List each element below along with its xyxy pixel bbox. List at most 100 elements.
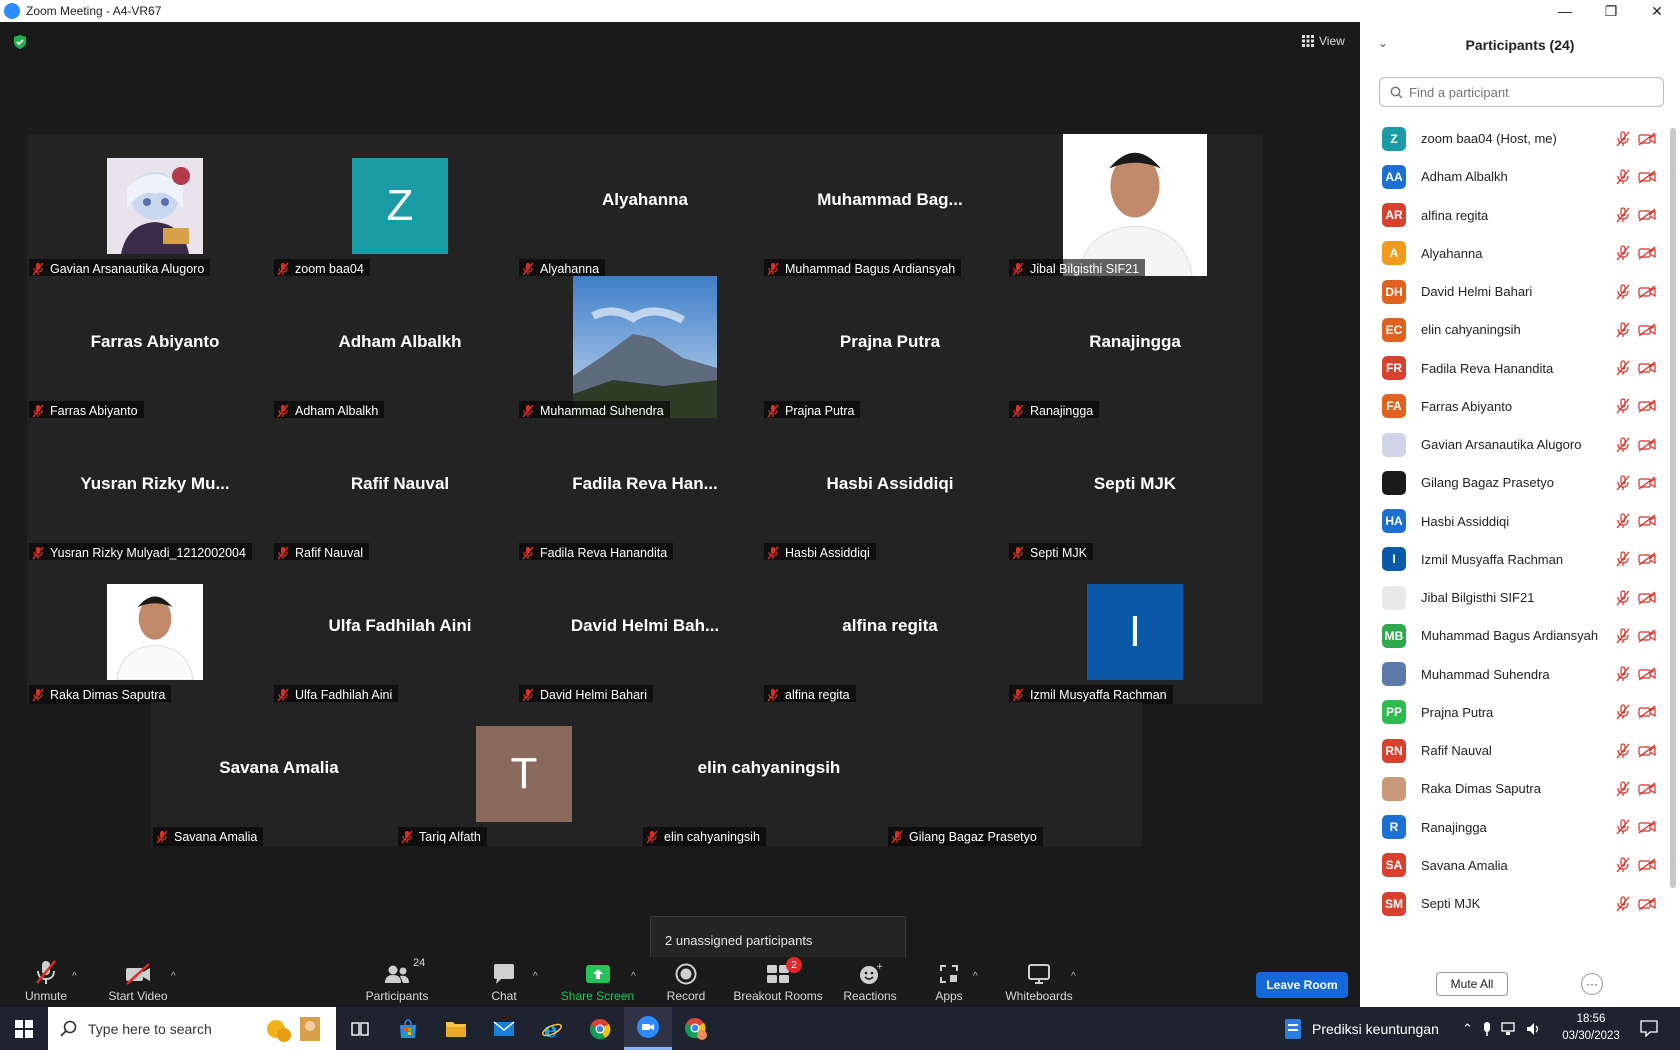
video-tile[interactable]: Muhammad Bag... Muhammad Bagus Ardiansyah bbox=[762, 134, 1018, 278]
muted-microphone-icon[interactable] bbox=[1616, 398, 1630, 414]
chrome-profile-button[interactable] bbox=[672, 1007, 720, 1050]
muted-microphone-icon[interactable] bbox=[1616, 781, 1630, 797]
search-input[interactable] bbox=[1409, 84, 1649, 100]
maximize-button[interactable]: ❐ bbox=[1588, 0, 1634, 22]
muted-microphone-icon[interactable] bbox=[1616, 130, 1630, 147]
participant-row[interactable]: DH David Helmi Bahari bbox=[1360, 271, 1668, 312]
internet-explorer-button[interactable]: e bbox=[528, 1007, 576, 1050]
more-options-button[interactable]: ··· bbox=[1581, 973, 1603, 995]
participant-row[interactable]: HA Hasbi Assiddiqi bbox=[1360, 501, 1668, 542]
participant-row[interactable]: RN Rafif Nauval bbox=[1360, 730, 1668, 771]
participant-list-scrollbar[interactable] bbox=[1670, 128, 1676, 888]
audio-options-caret-icon[interactable]: ^ bbox=[72, 971, 77, 982]
view-button[interactable]: View bbox=[1302, 34, 1345, 48]
muted-microphone-icon[interactable] bbox=[1616, 322, 1630, 338]
video-tile[interactable]: Adham Albalkh Adham Albalkh bbox=[272, 276, 528, 420]
share-screen-button[interactable]: Share Screen bbox=[560, 957, 635, 1007]
video-tile[interactable]: Fadila Reva Han... Fadila Reva Hanandita bbox=[517, 418, 773, 562]
video-off-icon[interactable] bbox=[1638, 858, 1656, 872]
video-tile[interactable]: Alyahanna Alyahanna bbox=[517, 134, 773, 278]
participant-row[interactable]: R Ranajingga bbox=[1360, 807, 1668, 848]
participant-search[interactable] bbox=[1379, 77, 1664, 107]
muted-microphone-icon[interactable] bbox=[1616, 283, 1630, 300]
video-off-icon[interactable] bbox=[1638, 170, 1656, 184]
participant-row[interactable]: AR alfina regita bbox=[1360, 195, 1668, 236]
video-tile[interactable]: elin cahyaningsih elin cahyaningsih bbox=[641, 702, 897, 846]
video-tile[interactable]: Zzoom baa04 bbox=[272, 134, 528, 278]
start-button[interactable] bbox=[0, 1007, 48, 1050]
participants-button[interactable]: 24 Participants bbox=[362, 957, 432, 1007]
video-tile[interactable]: Hasbi Assiddiqi Hasbi Assiddiqi bbox=[762, 418, 1018, 562]
taskbar-search[interactable]: Type here to search bbox=[48, 1007, 336, 1050]
participant-row[interactable]: SA Savana Amalia bbox=[1360, 845, 1668, 886]
start-video-button[interactable]: Start Video bbox=[102, 957, 174, 1007]
microsoft-store-button[interactable] bbox=[384, 1007, 432, 1050]
participant-row[interactable]: Gavian Arsanautika Alugoro bbox=[1360, 424, 1668, 465]
video-off-icon[interactable] bbox=[1638, 743, 1656, 758]
taskbar-notification[interactable]: Prediksi keuntungan bbox=[1284, 1007, 1439, 1050]
share-options-caret-icon[interactable]: ^ bbox=[631, 971, 636, 982]
task-view-button[interactable] bbox=[336, 1007, 384, 1050]
video-tile[interactable]: Savana Amalia Savana Amalia bbox=[151, 702, 407, 846]
muted-microphone-icon[interactable] bbox=[1616, 666, 1630, 682]
video-tile[interactable]: Yusran Rizky Mu... Yusran Rizky Mulyadi_1… bbox=[27, 418, 283, 562]
muted-microphone-icon[interactable] bbox=[1616, 704, 1630, 720]
leave-room-button[interactable]: Leave Room bbox=[1256, 972, 1348, 998]
volume-icon[interactable] bbox=[1526, 1022, 1542, 1036]
participant-row[interactable]: FR Fadila Reva Hanandita bbox=[1360, 348, 1668, 389]
file-explorer-button[interactable] bbox=[432, 1007, 480, 1050]
network-icon[interactable] bbox=[1501, 1021, 1517, 1036]
whiteboards-button[interactable]: Whiteboards bbox=[1004, 957, 1074, 1007]
video-off-icon[interactable] bbox=[1638, 246, 1656, 260]
video-tile[interactable]: Gilang Bagaz Prasetyo bbox=[886, 702, 1142, 846]
taskbar-clock[interactable]: 18:56 03/30/2023 bbox=[1556, 1011, 1626, 1045]
tray-overflow-chevron-icon[interactable]: ⌃ bbox=[1462, 1021, 1473, 1037]
video-tile[interactable]: T Tariq Alfath bbox=[396, 702, 652, 846]
video-off-icon[interactable] bbox=[1638, 208, 1656, 222]
zoom-taskbar-button[interactable] bbox=[624, 1007, 672, 1050]
video-off-icon[interactable] bbox=[1638, 667, 1656, 681]
muted-microphone-icon[interactable] bbox=[1616, 169, 1630, 185]
participant-row[interactable]: SM Septi MJK bbox=[1360, 883, 1668, 924]
muted-microphone-icon[interactable] bbox=[1616, 436, 1630, 453]
apps-options-caret-icon[interactable]: ^ bbox=[973, 971, 978, 982]
video-off-icon[interactable] bbox=[1638, 896, 1656, 911]
video-tile[interactable]: Ranajingga Ranajingga bbox=[1007, 276, 1263, 420]
muted-microphone-icon[interactable] bbox=[1616, 895, 1630, 912]
participant-row[interactable]: Raka Dimas Saputra bbox=[1360, 768, 1668, 809]
video-off-icon[interactable] bbox=[1638, 782, 1656, 796]
muted-microphone-icon[interactable] bbox=[1616, 857, 1630, 873]
video-tile[interactable]: Rafif Nauval Rafif Nauval bbox=[272, 418, 528, 562]
video-off-icon[interactable] bbox=[1638, 590, 1656, 605]
video-tile[interactable]: Muhammad Suhendra bbox=[517, 276, 773, 420]
reactions-button[interactable]: + Reactions bbox=[843, 957, 896, 1007]
video-tile[interactable]: Prajna Putra Prajna Putra bbox=[762, 276, 1018, 420]
video-options-caret-icon[interactable]: ^ bbox=[171, 971, 176, 982]
participant-row[interactable]: Jibal Bilgisthi SIF21 bbox=[1360, 577, 1668, 618]
video-tile[interactable]: David Helmi Bah... David Helmi Bahari bbox=[517, 560, 773, 704]
muted-microphone-icon[interactable] bbox=[1616, 207, 1630, 223]
muted-microphone-icon[interactable] bbox=[1616, 360, 1630, 376]
video-off-icon[interactable] bbox=[1638, 399, 1656, 413]
apps-button[interactable]: Apps bbox=[934, 957, 964, 1007]
muted-microphone-icon[interactable] bbox=[1616, 551, 1630, 567]
video-off-icon[interactable] bbox=[1638, 131, 1656, 146]
close-button[interactable]: ✕ bbox=[1634, 0, 1680, 22]
muted-microphone-icon[interactable] bbox=[1616, 589, 1630, 606]
video-off-icon[interactable] bbox=[1638, 437, 1656, 452]
video-tile[interactable]: Septi MJK Septi MJK bbox=[1007, 418, 1263, 562]
video-off-icon[interactable] bbox=[1638, 514, 1656, 528]
video-tile[interactable]: Ulfa Fadhilah Aini Ulfa Fadhilah Aini bbox=[272, 560, 528, 704]
video-off-icon[interactable] bbox=[1638, 284, 1656, 299]
participant-row[interactable]: Muhammad Suhendra bbox=[1360, 654, 1668, 695]
muted-microphone-icon[interactable] bbox=[1616, 742, 1630, 759]
video-off-icon[interactable] bbox=[1638, 323, 1656, 337]
muted-microphone-icon[interactable] bbox=[1616, 245, 1630, 261]
mute-all-button[interactable]: Mute All bbox=[1436, 972, 1508, 996]
participant-row[interactable]: FA Farras Abiyanto bbox=[1360, 386, 1668, 427]
participant-row[interactable]: MB Muhammad Bagus Ardiansyah bbox=[1360, 615, 1668, 656]
participant-row[interactable]: Zzoom baa04 (Host, me) bbox=[1360, 118, 1668, 159]
muted-microphone-icon[interactable] bbox=[1616, 513, 1630, 529]
participant-row[interactable]: AA Adham Albalkh bbox=[1360, 156, 1668, 197]
video-tile[interactable]: I Izmil Musyaffa Rachman bbox=[1007, 560, 1263, 704]
